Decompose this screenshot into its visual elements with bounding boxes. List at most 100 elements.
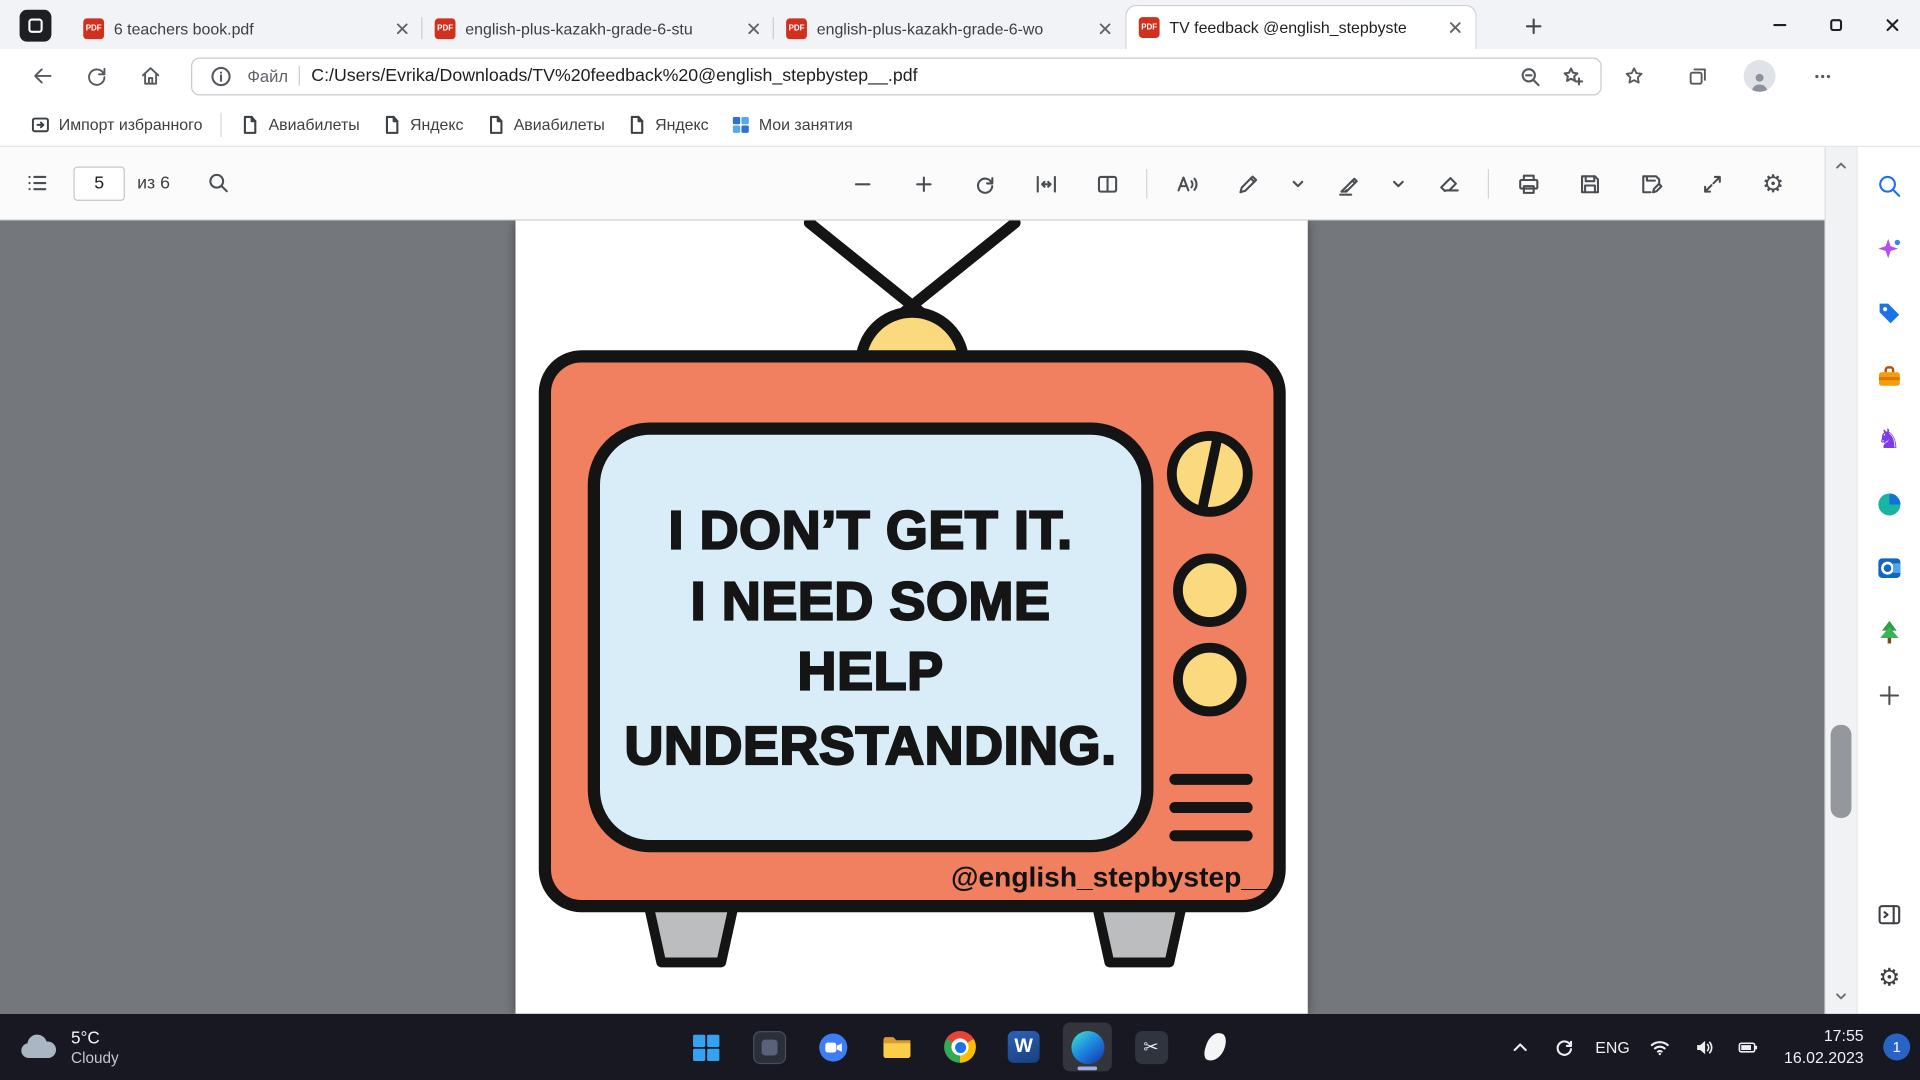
edge-button-active[interactable] xyxy=(1063,1022,1112,1071)
tab-teachers-book[interactable]: PDF 6 teachers book.pdf xyxy=(71,7,422,49)
save-as-icon xyxy=(1639,172,1662,195)
favorites-button[interactable] xyxy=(1616,59,1650,93)
url-bar[interactable]: Файл C:/Users/Evrika/Downloads/TV%20feed… xyxy=(191,57,1602,95)
sidebar-settings-button[interactable]: ⚙ xyxy=(1867,955,1911,999)
page-view-button[interactable] xyxy=(1085,162,1129,206)
tab-close-icon[interactable] xyxy=(1444,17,1466,39)
star-plus-icon xyxy=(1562,66,1583,87)
fullscreen-button[interactable] xyxy=(1690,162,1734,206)
profile-avatar[interactable] xyxy=(1744,60,1776,92)
pdf-settings-button[interactable]: ⚙ xyxy=(1751,162,1795,206)
sync-tray-button[interactable] xyxy=(1549,1031,1581,1063)
sidebar-m365-button[interactable] xyxy=(1867,482,1911,526)
language-indicator[interactable]: ENG xyxy=(1593,1038,1632,1056)
tab-tv-feedback-active[interactable]: PDF TV feedback @english_stepbyste xyxy=(1125,5,1476,49)
draw-dropdown-button[interactable] xyxy=(1287,162,1309,206)
find-in-document-button[interactable] xyxy=(197,161,241,205)
page-number-input[interactable] xyxy=(73,166,124,200)
fit-to-width-button[interactable] xyxy=(1024,162,1068,206)
white-swoosh-app-button[interactable] xyxy=(1190,1022,1239,1071)
sidebar-nature-button[interactable] xyxy=(1867,610,1911,654)
sidebar-games-button[interactable]: ♞ xyxy=(1867,419,1911,463)
scrollbar-thumb[interactable] xyxy=(1831,725,1852,818)
outlook-icon xyxy=(1875,555,1902,582)
sidebar-search-button[interactable] xyxy=(1867,164,1911,208)
speaker-icon xyxy=(1694,1037,1715,1058)
widgets-button[interactable] xyxy=(744,1022,793,1071)
minimize-button[interactable] xyxy=(1751,0,1807,49)
refresh-button[interactable] xyxy=(78,58,115,95)
wifi-button[interactable] xyxy=(1644,1031,1676,1063)
read-aloud-button[interactable] xyxy=(1164,162,1208,206)
erase-button[interactable] xyxy=(1427,162,1471,206)
pdf-viewport[interactable]: I DON’T GET IT. I NEED SOME HELP UNDERST… xyxy=(0,220,1824,1013)
pdf-file-icon: PDF xyxy=(83,18,104,39)
teal-swirl-icon xyxy=(1875,491,1902,518)
zoom-in-button[interactable] xyxy=(901,162,945,206)
close-icon xyxy=(1885,18,1898,31)
sidebar-panel-button[interactable] xyxy=(1867,893,1911,937)
chat-button[interactable] xyxy=(808,1022,857,1071)
close-window-button[interactable] xyxy=(1864,0,1920,49)
snipping-tool-button[interactable]: ✂ xyxy=(1127,1022,1176,1071)
back-button[interactable] xyxy=(24,58,61,95)
toolbar-divider xyxy=(1146,169,1147,198)
taskbar-clock[interactable]: 17:55 16.02.2023 xyxy=(1784,1025,1864,1068)
zoom-out-page-button[interactable] xyxy=(1513,60,1545,92)
settings-more-button[interactable] xyxy=(1805,59,1839,93)
sidebar-tools-button[interactable] xyxy=(1867,355,1911,399)
print-button[interactable] xyxy=(1506,162,1550,206)
add-favorite-button[interactable] xyxy=(1556,60,1588,92)
file-explorer-button[interactable] xyxy=(872,1022,921,1071)
rotate-button[interactable] xyxy=(962,162,1006,206)
notification-count-badge[interactable]: 1 xyxy=(1883,1033,1910,1060)
table-of-contents-button[interactable] xyxy=(15,161,59,205)
pdf-toolbar-center: ⚙ xyxy=(840,162,1795,206)
url-text[interactable]: C:/Users/Evrika/Downloads/TV%20feedback%… xyxy=(311,66,1502,86)
tab-student-book[interactable]: PDF english-plus-kazakh-grade-6-stu xyxy=(422,7,773,49)
tab-close-icon[interactable] xyxy=(391,17,413,39)
new-tab-button[interactable] xyxy=(1518,11,1547,40)
sidebar-outlook-button[interactable] xyxy=(1867,546,1911,590)
zoom-out-button[interactable] xyxy=(840,162,884,206)
weather-widget[interactable]: 5°C Cloudy xyxy=(17,1027,119,1068)
bookmark-import-favorites[interactable]: Импорт избранного xyxy=(20,107,214,141)
maximize-button[interactable] xyxy=(1807,0,1863,49)
eraser-icon xyxy=(1437,172,1460,195)
save-button[interactable] xyxy=(1567,162,1611,206)
highlight-dropdown-button[interactable] xyxy=(1387,162,1409,206)
chrome-button[interactable] xyxy=(936,1022,985,1071)
chevron-down-icon xyxy=(1391,176,1406,191)
start-button[interactable] xyxy=(681,1022,730,1071)
save-as-button[interactable] xyxy=(1629,162,1673,206)
page-info-button[interactable] xyxy=(204,60,236,92)
home-button[interactable] xyxy=(132,58,169,95)
bookmark-aviatickets-1[interactable]: Авиабилеты xyxy=(229,107,370,141)
tab-title: TV feedback @english_stepbyste xyxy=(1169,18,1433,36)
draw-button[interactable] xyxy=(1226,162,1270,206)
edge-icon xyxy=(1071,1030,1104,1063)
tray-overflow-button[interactable] xyxy=(1505,1031,1537,1063)
highlight-button[interactable] xyxy=(1326,162,1370,206)
sidebar-add-button[interactable] xyxy=(1867,673,1911,717)
collections-button[interactable] xyxy=(1680,59,1714,93)
volume-button[interactable] xyxy=(1688,1031,1720,1063)
windows-taskbar: 5°C Cloudy W ✂ ENG xyxy=(0,1014,1920,1080)
browser-window: PDF 6 teachers book.pdf PDF english-plus… xyxy=(0,0,1920,1080)
bookmark-yandex-1[interactable]: Яндекс xyxy=(371,107,475,141)
word-button[interactable]: W xyxy=(999,1022,1048,1071)
scroll-up-button[interactable] xyxy=(1826,152,1857,179)
bookmark-aviatickets-2[interactable]: Авиабилеты xyxy=(475,107,616,141)
scroll-down-button[interactable] xyxy=(1826,982,1857,1009)
tab-workbook[interactable]: PDF english-plus-kazakh-grade-6-wo xyxy=(774,7,1125,49)
pdf-file-icon: PDF xyxy=(786,18,807,39)
bookmark-my-classes[interactable]: Мои занятия xyxy=(720,107,864,141)
tab-close-icon[interactable] xyxy=(742,17,764,39)
pdf-scrollbar[interactable] xyxy=(1824,147,1856,1014)
battery-button[interactable] xyxy=(1733,1031,1765,1063)
sidebar-discover-button[interactable] xyxy=(1867,228,1911,272)
tab-close-icon[interactable] xyxy=(1093,17,1115,39)
sidebar-shopping-button[interactable] xyxy=(1867,291,1911,335)
tab-actions-menu-button[interactable] xyxy=(20,10,52,42)
bookmark-yandex-2[interactable]: Яндекс xyxy=(616,107,720,141)
